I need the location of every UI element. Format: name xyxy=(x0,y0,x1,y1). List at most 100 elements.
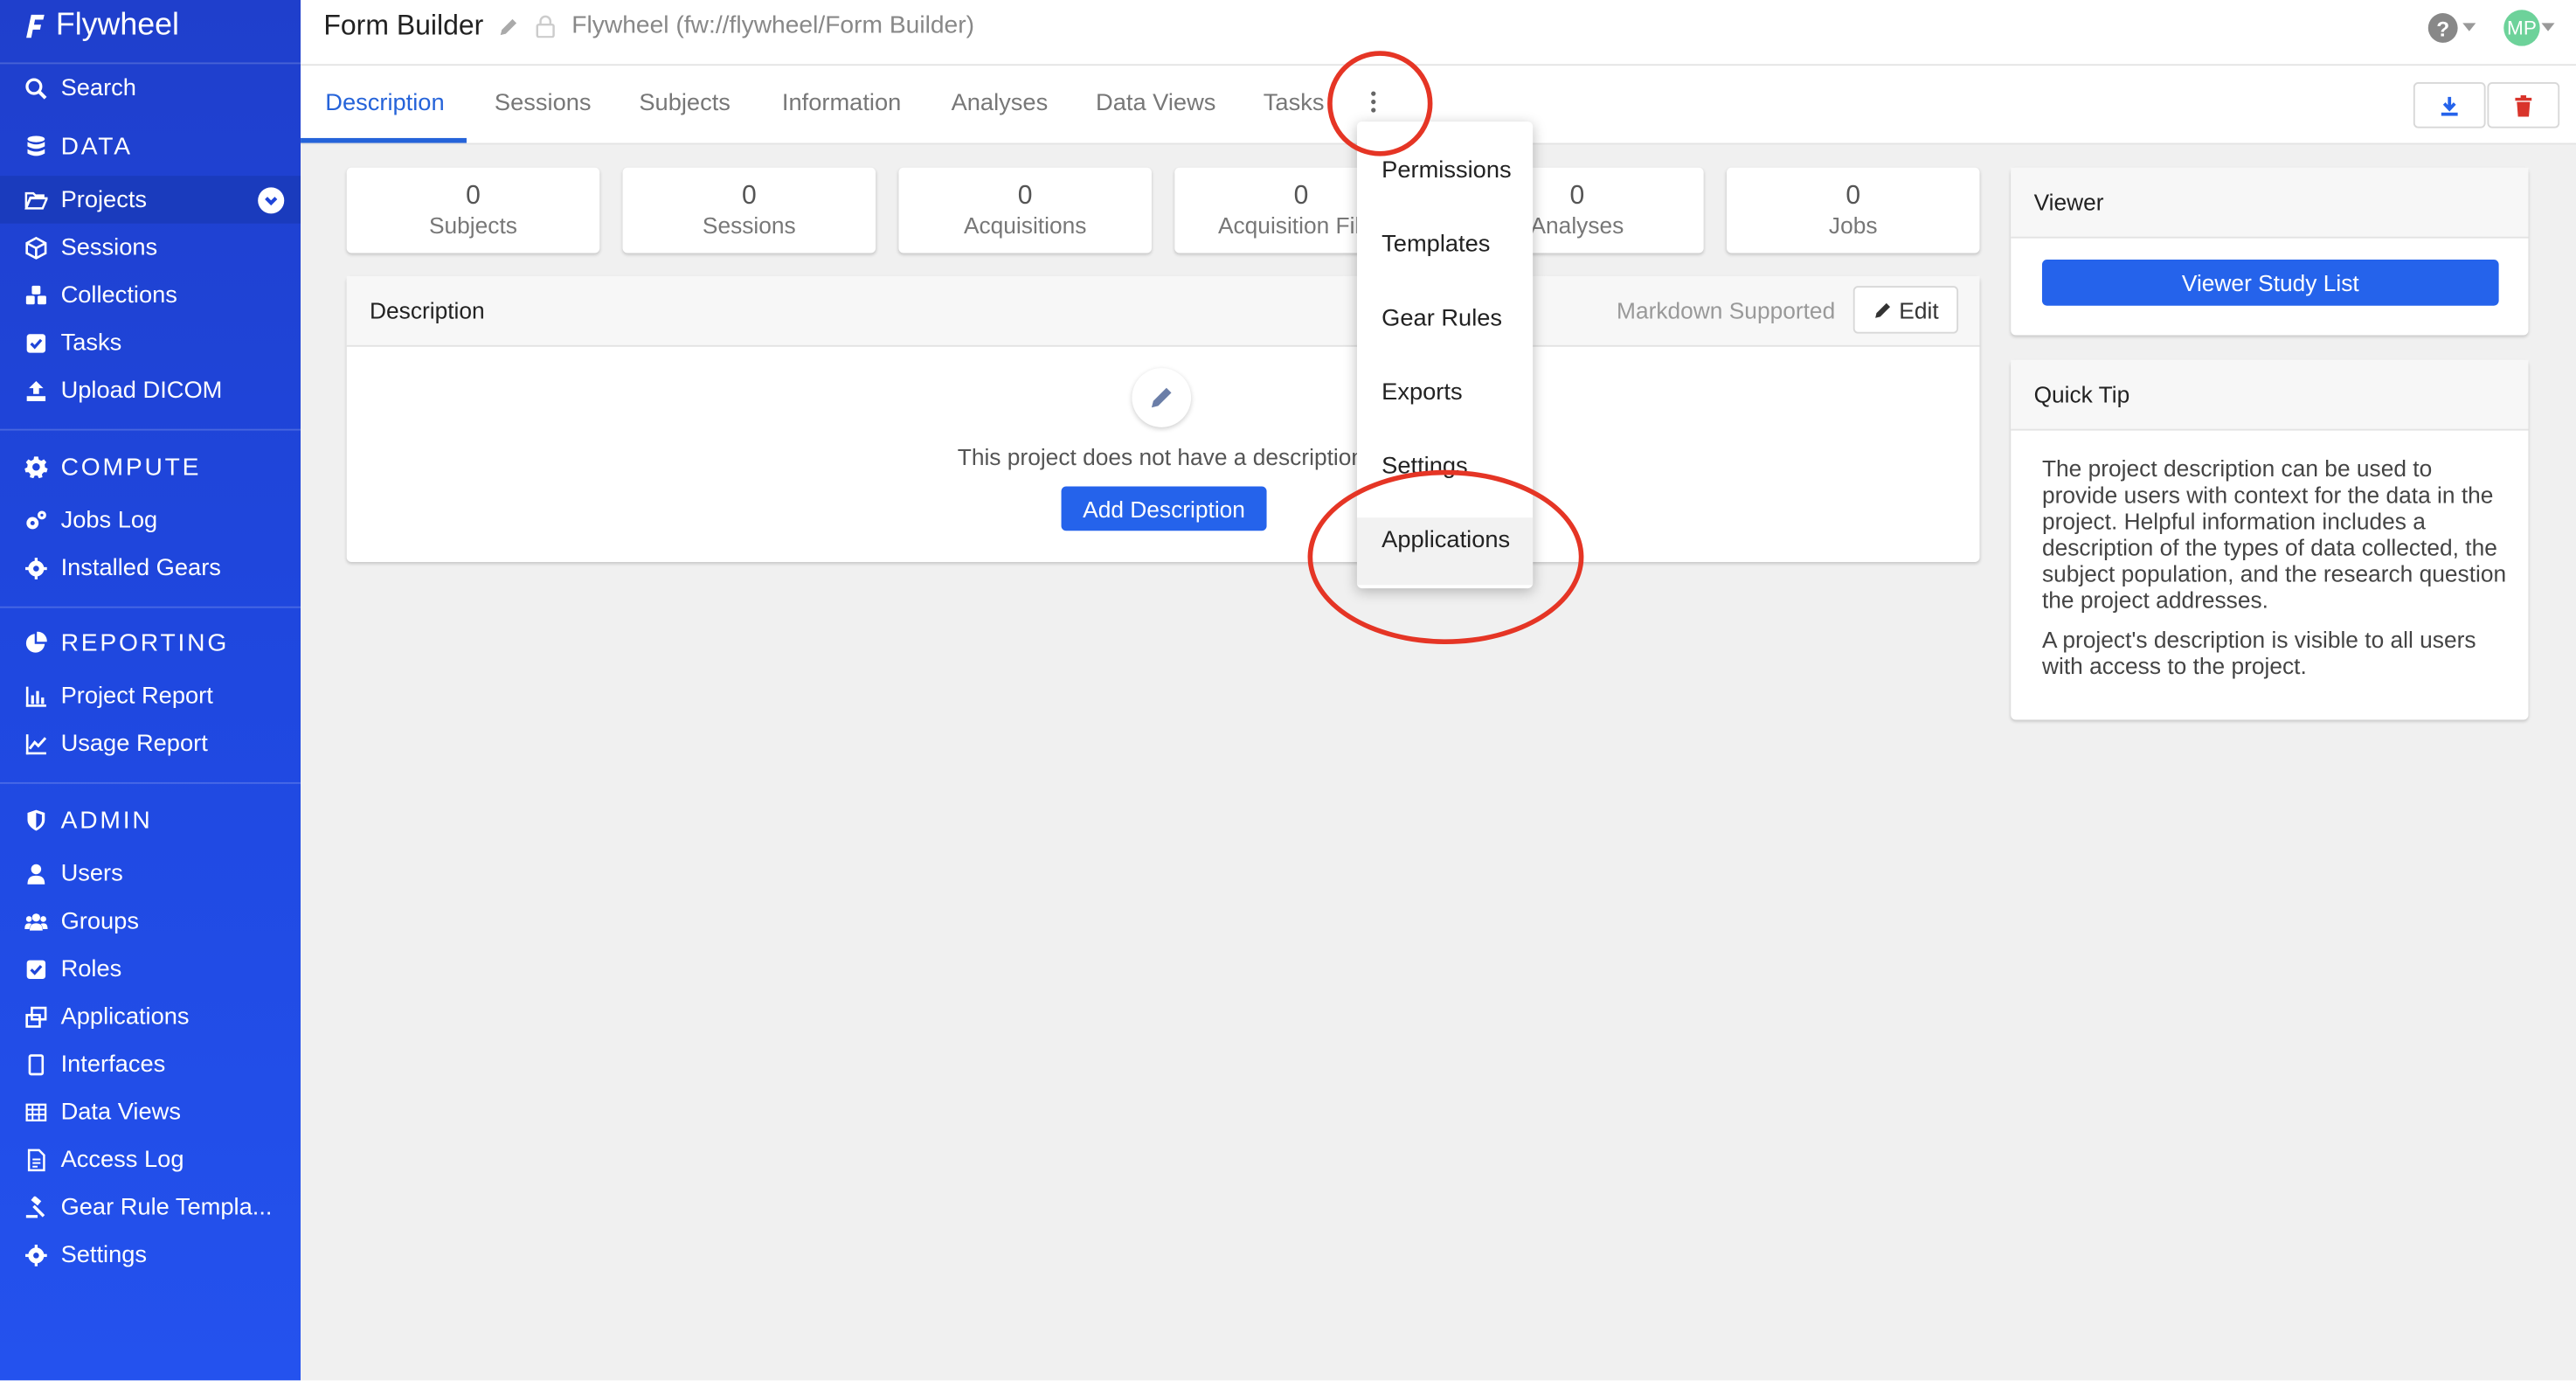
stat-value: 0 xyxy=(741,182,757,211)
menu-item-permissions[interactable]: Permissions xyxy=(1381,157,1511,184)
description-panel-header: Description Markdown Supported Edit xyxy=(346,275,1980,347)
sidebar-item-label: Data Views xyxy=(60,1098,181,1125)
tab-sessions[interactable]: Sessions xyxy=(495,90,592,116)
sidebar-section-label: REPORTING xyxy=(60,628,230,657)
flywheel-logo-icon xyxy=(26,14,45,38)
tab-description[interactable]: Description xyxy=(325,90,444,116)
stat-acquisitions[interactable]: 0 Acquisitions xyxy=(898,167,1152,253)
checkbox-icon xyxy=(26,333,46,352)
download-button[interactable] xyxy=(2413,82,2486,128)
sidebar-item-upload-dicom[interactable]: Upload DICOM xyxy=(0,366,301,414)
sidebar-item-collections[interactable]: Collections xyxy=(0,271,301,319)
sidebar-item-groups[interactable]: Groups xyxy=(0,898,301,946)
tab-data-views[interactable]: Data Views xyxy=(1096,90,1215,116)
app-name: Flywheel xyxy=(55,8,179,43)
table-icon xyxy=(25,1102,47,1121)
file-icon xyxy=(27,1148,45,1171)
markdown-note: Markdown Supported xyxy=(1617,297,1836,324)
sidebar-item-label: Tasks xyxy=(60,329,122,357)
sidebar-item-label: Roles xyxy=(60,955,122,982)
sidebar-item-label: Upload DICOM xyxy=(60,377,223,404)
sidebar: Flywheel Search DATA Projects Sessions C… xyxy=(0,0,301,1381)
tab-information[interactable]: Information xyxy=(782,90,901,116)
sidebar-item-label: Applications xyxy=(60,1003,190,1030)
breadcrumb: Flywheel (fw://flywheel/Form Builder) xyxy=(571,11,975,40)
pencil-icon[interactable] xyxy=(498,17,519,38)
sidebar-item-projects[interactable]: Projects xyxy=(0,176,301,224)
sidebar-item-jobs-log[interactable]: Jobs Log xyxy=(0,496,301,545)
cogs-icon xyxy=(26,510,46,529)
sidebar-item-search[interactable]: Search xyxy=(0,64,301,112)
sidebar-item-users[interactable]: Users xyxy=(0,850,301,898)
help-icon[interactable]: ? xyxy=(2427,13,2458,43)
stat-jobs[interactable]: 0 Jobs xyxy=(1726,167,1980,253)
viewer-panel: Viewer Viewer Study List xyxy=(2011,167,2529,336)
gear-icon xyxy=(25,557,47,579)
menu-item-applications[interactable]: Applications xyxy=(1381,528,1510,554)
stat-subjects[interactable]: 0 Subjects xyxy=(346,167,600,253)
sidebar-item-label: Interfaces xyxy=(60,1051,166,1078)
quick-tip-paragraph: A project's description is visible to al… xyxy=(2041,626,2476,679)
sidebar-item-gear-rule-templates[interactable]: Gear Rule Templa... xyxy=(0,1183,301,1232)
sidebar-item-data-views[interactable]: Data Views xyxy=(0,1088,301,1136)
sidebar-item-label: Jobs Log xyxy=(60,507,158,534)
sidebar-item-label: Projects xyxy=(60,186,148,213)
sidebar-item-installed-gears[interactable]: Installed Gears xyxy=(0,544,301,592)
tab-tasks[interactable]: Tasks xyxy=(1264,90,1325,116)
tab-subjects[interactable]: Subjects xyxy=(639,90,731,116)
caret-down-icon[interactable] xyxy=(2541,23,2555,31)
add-description-button[interactable]: Add Description xyxy=(1061,486,1267,531)
gear-icon xyxy=(25,1244,47,1266)
stat-sessions[interactable]: 0 Sessions xyxy=(622,167,876,253)
more-menu: Permissions Templates Gear Rules Exports… xyxy=(1356,121,1534,589)
menu-item-gear-rules[interactable]: Gear Rules xyxy=(1381,306,1502,332)
stat-label: Subjects xyxy=(428,212,517,239)
stat-value: 0 xyxy=(1845,182,1861,211)
lock-icon[interactable] xyxy=(536,15,556,38)
menu-item-exports[interactable]: Exports xyxy=(1381,379,1462,406)
gear-icon xyxy=(24,456,48,479)
sidebar-item-roles[interactable]: Roles xyxy=(0,945,301,993)
sidebar-item-label: Usage Report xyxy=(60,730,208,757)
sidebar-item-settings[interactable]: Settings xyxy=(0,1231,301,1279)
sidebar-section-admin: ADMIN xyxy=(0,795,301,844)
menu-item-settings[interactable]: Settings xyxy=(1381,454,1468,480)
panel-title: Quick Tip xyxy=(2033,381,2130,408)
panel-title: Description xyxy=(370,297,485,324)
sidebar-item-tasks[interactable]: Tasks xyxy=(0,319,301,367)
sidebar-item-access-log[interactable]: Access Log xyxy=(0,1135,301,1183)
sidebar-item-project-report[interactable]: Project Report xyxy=(0,672,301,720)
sidebar-item-usage-report[interactable]: Usage Report xyxy=(0,719,301,767)
sidebar-item-label: Groups xyxy=(60,907,139,934)
sidebar-item-interfaces[interactable]: Interfaces xyxy=(0,1040,301,1088)
logo[interactable]: Flywheel xyxy=(23,8,179,44)
header: Form Builder Flywheel (fw://flywheel/For… xyxy=(301,0,2576,66)
chevron-down-icon[interactable] xyxy=(258,187,285,214)
sidebar-item-applications[interactable]: Applications xyxy=(0,993,301,1041)
tab-analyses[interactable]: Analyses xyxy=(952,90,1049,116)
delete-button[interactable] xyxy=(2487,82,2560,128)
stat-value: 0 xyxy=(466,182,481,211)
edit-label: Edit xyxy=(1899,296,1939,323)
folder-open-icon xyxy=(24,191,48,209)
menu-item-templates[interactable]: Templates xyxy=(1381,232,1490,258)
caret-down-icon[interactable] xyxy=(2462,23,2476,31)
empty-description-message: This project does not have a description… xyxy=(957,443,1371,470)
sidebar-section-compute: COMPUTE xyxy=(0,442,301,491)
sidebar-section-label: ADMIN xyxy=(60,806,153,835)
app-window: Flywheel Search DATA Projects Sessions C… xyxy=(0,0,2576,1381)
more-vertical-icon[interactable] xyxy=(1363,87,1383,117)
upload-icon xyxy=(26,380,46,401)
avatar[interactable]: MP xyxy=(2503,10,2540,46)
edit-button[interactable]: Edit xyxy=(1852,286,1959,334)
shield-icon xyxy=(27,809,45,831)
sidebar-item-sessions[interactable]: Sessions xyxy=(0,224,301,272)
sidebar-section-reporting: REPORTING xyxy=(0,618,301,667)
stat-label: Acquisitions xyxy=(963,212,1087,239)
sidebar-item-label: Settings xyxy=(60,1241,148,1268)
checkbox-icon xyxy=(26,959,46,979)
sidebar-item-label: Project Report xyxy=(60,683,213,710)
line-chart-icon xyxy=(25,733,47,754)
viewer-study-list-button[interactable]: Viewer Study List xyxy=(2041,260,2499,306)
user-icon xyxy=(27,863,45,884)
